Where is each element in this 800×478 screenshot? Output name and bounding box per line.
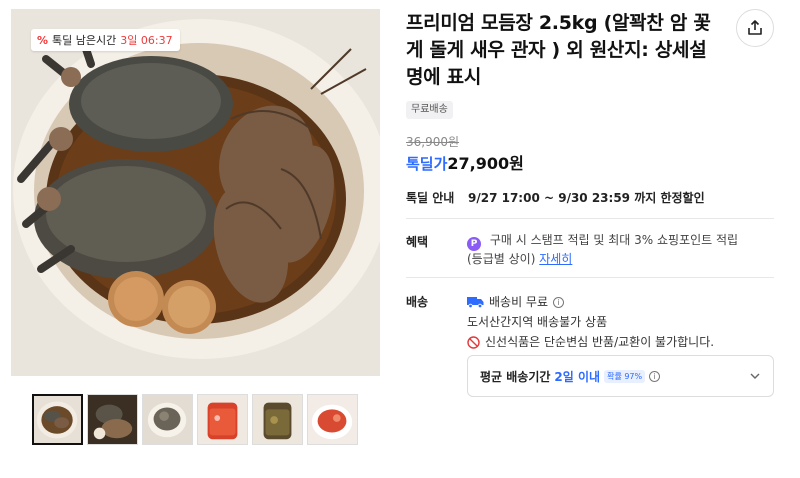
free-shipping-tag: 무료배송 xyxy=(406,101,453,119)
shipping-notice: 신선식품은 단순변심 반품/교환이 불가합니다. xyxy=(485,334,715,349)
avg-delivery-dropdown[interactable]: 평균 배송기간 2일 이내 확률 97% i xyxy=(467,355,774,397)
divider xyxy=(406,218,774,219)
thumbnail-6[interactable] xyxy=(307,394,358,445)
thumbnail-4[interactable] xyxy=(197,394,248,445)
shipping-content: 배송비 무료 i 도서산간지역 배송불가 상품 신선식품은 단순변심 반품/교환… xyxy=(467,292,714,352)
deal-info-period: 9/27 17:00 ~ 9/30 23:59 까지 한정할인 xyxy=(468,191,705,205)
timer-label: 톡딜 남은시간 xyxy=(52,34,117,47)
shipping-restriction: 도서산간지역 배송불가 상품 xyxy=(467,314,608,329)
crab-dish-illustration xyxy=(11,9,380,376)
info-icon[interactable]: i xyxy=(553,296,565,308)
avg-delivery-value: 2일 이내 xyxy=(554,369,601,384)
benefit-label: 혜택 xyxy=(406,235,429,249)
timer-value: 3일 06:37 xyxy=(120,34,173,47)
probability-badge: 확률 97% xyxy=(604,369,646,383)
share-button[interactable] xyxy=(736,9,774,47)
shipping-label: 배송 xyxy=(406,295,429,309)
share-icon xyxy=(748,20,762,35)
thumbnail-3[interactable] xyxy=(142,394,193,445)
benefit-content: P 구매 시 스탬프 적립 및 최대 3% 쇼핑포인트 적립 (등급별 상이) … xyxy=(467,232,767,268)
percent-tag-icon: % xyxy=(37,33,49,47)
thumbnail-strip xyxy=(32,394,358,445)
deal-timer-badge: % 톡딜 남은시간 3일 06:37 xyxy=(31,29,180,51)
original-price: 36,900원 xyxy=(406,135,460,149)
deal-info-label: 톡딜 안내 xyxy=(406,191,455,205)
thumbnail-5[interactable] xyxy=(252,394,303,445)
prohibited-icon xyxy=(467,335,480,349)
truck-icon xyxy=(467,296,484,308)
avg-delivery-label: 평균 배송기간 xyxy=(480,369,551,384)
point-icon: P xyxy=(467,237,481,251)
info-icon[interactable]: i xyxy=(649,370,661,382)
chevron-down-icon xyxy=(750,373,760,379)
product-title: 프리미엄 모듬장 2.5kg (알꽉찬 암 꽃게 돌게 새우 관자 ) 외 원산… xyxy=(406,12,711,88)
benefit-text-2: (등급별 상이) xyxy=(467,252,536,266)
sale-price: 27,900원 xyxy=(447,154,524,173)
thumbnail-1[interactable] xyxy=(32,394,83,445)
price-row: 톡딜가 27,900원 xyxy=(406,150,524,174)
thumbnail-2[interactable] xyxy=(87,394,138,445)
product-main-image: % 톡딜 남은시간 3일 06:37 xyxy=(11,9,380,376)
benefit-text: 구매 시 스탬프 적립 및 최대 3% 쇼핑포인트 적립 xyxy=(489,233,739,247)
deal-info-row: 톡딜 안내 9/27 17:00 ~ 9/30 23:59 까지 한정할인 xyxy=(406,189,705,206)
divider xyxy=(406,277,774,278)
price-label: 톡딜가 xyxy=(406,155,448,173)
shipping-fee: 배송비 무료 xyxy=(489,294,549,309)
benefit-detail-link[interactable]: 자세히 xyxy=(539,252,572,266)
